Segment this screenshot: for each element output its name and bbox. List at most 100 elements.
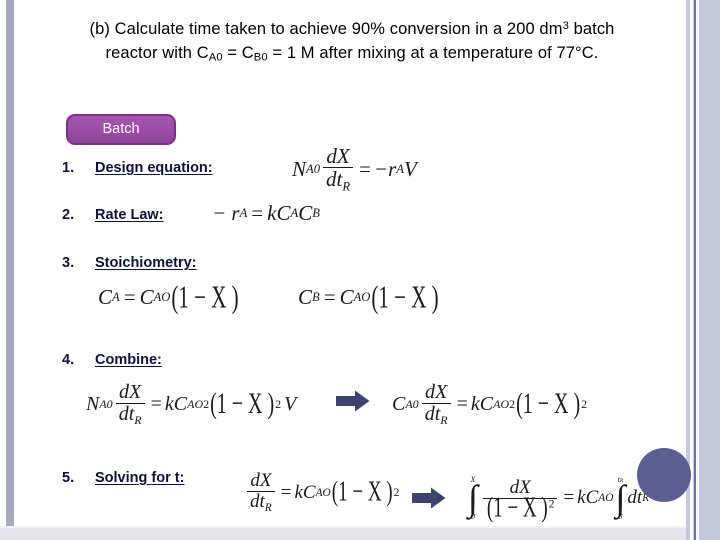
equation-solve-1: dX dtR = k C AO (1 − X ) 2	[244, 470, 399, 515]
solve1-paren-expr: (1 − X )	[331, 476, 393, 508]
step-3-label: Stoichiometry:	[95, 255, 197, 271]
integral-1-symbol: ∫	[468, 477, 478, 518]
combine2-paren-sup: 2	[581, 396, 588, 411]
solve1-frac-den-sub: R	[264, 501, 272, 514]
step-4-number: 4.	[62, 352, 75, 368]
step-1-label: Design equation:	[95, 160, 213, 176]
design-fraction: dX dtR	[323, 144, 354, 194]
integral-1-lower-limit: 0	[470, 511, 475, 521]
batch-badge-label: Batch	[102, 121, 140, 137]
combine1-lhs-sub: A0	[99, 396, 113, 411]
combine2-frac-numerator: dX	[425, 381, 448, 403]
right-edge-line-light-outer	[690, 0, 693, 540]
step-2-label: Rate Law:	[95, 207, 164, 223]
slide-canvas: (b) Calculate time taken to achieve 90% …	[0, 0, 720, 540]
combine1-k: k	[164, 392, 174, 415]
right-block-arrow-icon-1	[336, 390, 370, 412]
ratelaw-c1: C	[276, 201, 291, 225]
combine1-frac-denominator: dtR	[115, 403, 145, 428]
title-subscript-b0: B0	[253, 51, 268, 64]
combine2-frac-den-text: dt	[424, 403, 441, 425]
combine1-lhs-var: N	[86, 392, 100, 415]
combine1-c-sup: 2	[203, 396, 210, 411]
combine1-frac-den-text: dt	[118, 403, 135, 425]
combine2-c-sup: 2	[509, 396, 516, 411]
combine2-lhs-sub: A0	[405, 396, 419, 411]
solve2-fraction: dX (1 − X )2	[482, 478, 558, 523]
design-lhs-sub: A0	[306, 161, 321, 176]
stoich-b-rhs: C	[339, 285, 354, 309]
equation-solve-2: X ∫ 0 dX (1 − X )2 = k C AO tR ∫ 0 dt R	[466, 466, 649, 523]
equation-stoichiometry-b: CB = C AO (1 − X )	[298, 279, 440, 315]
solve2-equals: =	[563, 487, 575, 509]
combine1-frac-numerator: dX	[119, 381, 142, 403]
design-frac-denominator: dtR	[323, 167, 354, 194]
equation-combine-2: C A0 dX dtR = k C AO 2 (1 − X ) 2	[392, 382, 587, 427]
title-subscript-a0: A0	[208, 51, 223, 64]
ratelaw-lhs-sub: A	[239, 206, 248, 220]
combine1-paren-sup: 2	[275, 396, 282, 411]
combine2-frac-den-sub: R	[440, 413, 448, 428]
stoich-a-lhs: C	[98, 285, 113, 309]
stoich-b-lhs: C	[298, 285, 313, 309]
ratelaw-lhs: − r	[212, 201, 240, 225]
combine1-c-sub: AO	[187, 396, 204, 411]
design-frac-numerator: dX	[326, 144, 350, 168]
title-line2-part-c: = 1 M after mixing at a temperature of 7…	[267, 43, 599, 62]
equation-rate-law: − rA = kCACB	[212, 201, 320, 226]
combine2-k: k	[470, 392, 480, 415]
design-rhs: −r	[373, 156, 397, 181]
step-5-label: Solving for t:	[95, 470, 185, 486]
combine1-fraction: dX dtR	[115, 381, 145, 428]
stoich-b-lhs-sub: B	[312, 290, 320, 304]
right-edge-line-light-inner	[696, 0, 699, 540]
design-rhs-sub: A	[396, 161, 404, 176]
combine2-c-sub: AO	[493, 396, 510, 411]
ratelaw-equals: =	[251, 201, 264, 225]
design-frac-den-text: dt	[326, 167, 343, 192]
solve2-frac-den-sup: 2	[548, 498, 555, 511]
combine2-paren-expr: (1 − X )	[516, 387, 581, 421]
combine1-tail-v: V	[284, 392, 297, 415]
integral-2-lower-limit: 0	[618, 512, 623, 522]
step-2-number: 2.	[62, 207, 75, 223]
stoich-a-rhs-sub: AO	[153, 290, 171, 304]
combine1-paren-expr: (1 − X )	[210, 387, 275, 421]
batch-badge: Batch	[66, 114, 176, 145]
stoich-a-lhs-sub: A	[112, 290, 120, 304]
stoich-b-expression: (1 − X )	[371, 278, 439, 315]
solve1-fraction: dX dtR	[247, 471, 275, 515]
design-rhs-tail: V	[403, 156, 417, 181]
combine2-c: C	[479, 392, 494, 415]
solve1-paren-sup: 2	[393, 486, 400, 499]
stoich-a-rhs: C	[139, 285, 154, 309]
step-4-label: Combine:	[95, 352, 162, 368]
title-text-part2: batch	[568, 20, 615, 39]
bottom-edge-strip	[0, 528, 686, 540]
ratelaw-c2: C	[298, 201, 313, 225]
combine1-equals: =	[150, 392, 162, 415]
design-equals: =	[359, 156, 371, 181]
step-3-number: 3.	[62, 255, 75, 271]
title-line2-part-b: = C	[222, 43, 254, 62]
ratelaw-c2-sub: B	[312, 206, 320, 220]
ratelaw-k: k	[267, 201, 277, 225]
combine1-frac-den-sub: R	[134, 413, 142, 428]
combine2-frac-denominator: dtR	[421, 403, 451, 428]
solve1-equals: =	[280, 481, 292, 503]
title-line2-part-a: reactor with C	[105, 43, 209, 62]
solve2-frac-denominator: (1 − X )2	[482, 493, 558, 523]
solve1-c: C	[302, 481, 316, 503]
step-1-number: 1.	[62, 160, 75, 176]
combine1-c: C	[173, 392, 188, 415]
solve1-frac-denominator: dtR	[247, 490, 275, 515]
stoich-a-equals: =	[123, 285, 136, 309]
solve2-c: C	[585, 487, 599, 509]
slide-title-line2: reactor with CA0 = CB0 = 1 M after mixin…	[22, 42, 682, 66]
solve1-frac-den-text: dt	[250, 490, 265, 512]
solve2-frac-den-text: (1 − X )	[486, 492, 548, 524]
stoich-b-rhs-sub: AO	[353, 290, 371, 304]
slide-title: (b) Calculate time taken to achieve 90% …	[22, 18, 682, 66]
solve2-c-sub: AO	[598, 492, 614, 505]
step-5-number: 5.	[62, 470, 75, 486]
